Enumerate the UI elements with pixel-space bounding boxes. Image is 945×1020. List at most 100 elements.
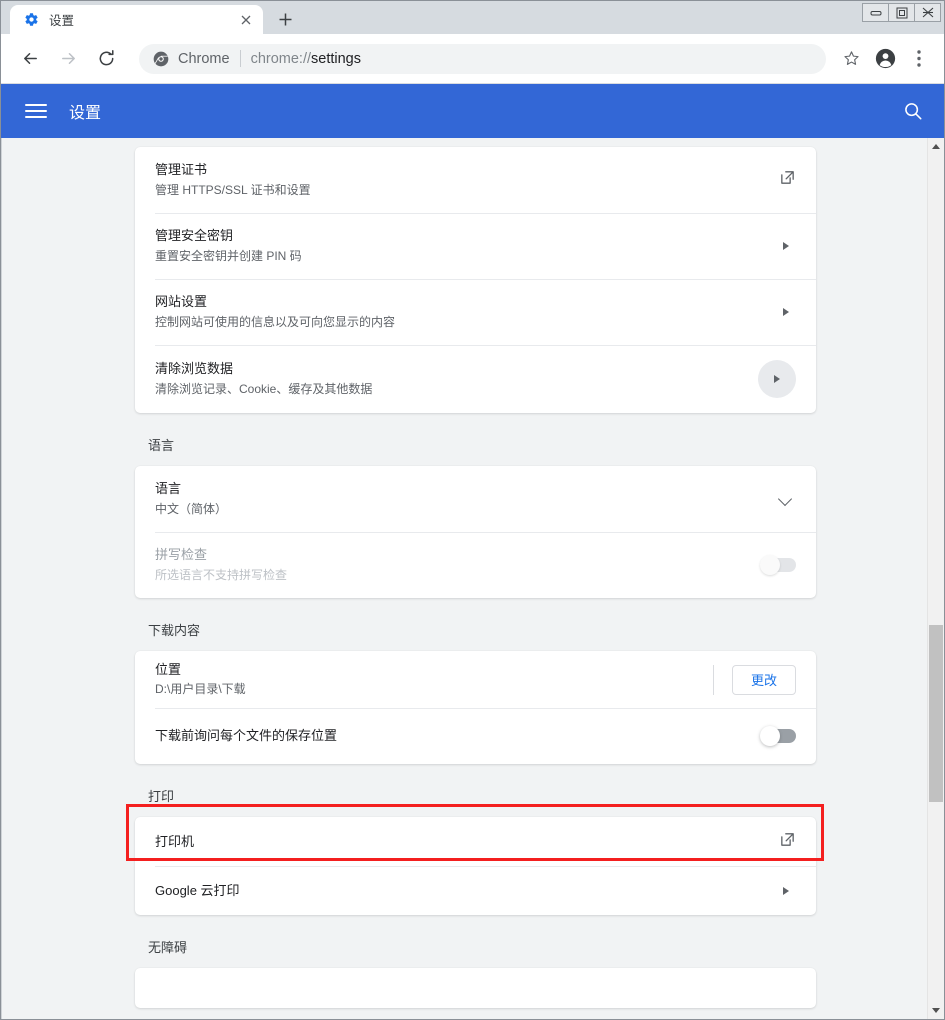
- tab-strip: 设置: [1, 1, 944, 34]
- row-text: Google 云打印: [155, 881, 776, 901]
- row-language[interactable]: 语言 中文（简体）: [135, 466, 816, 532]
- omnibox-separator: [239, 50, 241, 67]
- triangle-up-icon: [932, 144, 940, 149]
- chevron-right-glyph: [767, 369, 787, 389]
- row-text: 管理安全密钥 重置安全密钥并创建 PIN 码: [155, 226, 776, 266]
- external-link-icon[interactable]: [779, 831, 796, 853]
- row-text: 拼写检查 所选语言不支持拼写检查: [155, 545, 762, 585]
- section-heading-languages: 语言: [148, 438, 175, 453]
- gear-icon: [24, 12, 39, 27]
- row-clear-browsing-data[interactable]: 清除浏览数据 清除浏览记录、Cookie、缓存及其他数据: [135, 345, 816, 413]
- close-icon[interactable]: [237, 11, 254, 28]
- chevron-right-icon[interactable]: [776, 302, 796, 322]
- row-action: 更改: [713, 664, 796, 695]
- row-action: [776, 489, 796, 509]
- row-action: [758, 360, 796, 398]
- row-manage-security-keys[interactable]: 管理安全密钥 重置安全密钥并创建 PIN 码: [135, 213, 816, 279]
- triangle-down-icon: [932, 1008, 940, 1013]
- spell-check-toggle: [760, 555, 796, 575]
- row-title: 位置: [155, 661, 182, 677]
- row-title: 拼写检查: [155, 547, 208, 563]
- card-privacy: 管理证书 管理 HTTPS/SSL 证书和设置 管理安全密钥 重置安全密钥并创建…: [135, 147, 816, 413]
- row-action: [779, 831, 796, 853]
- row-manage-certificates[interactable]: 管理证书 管理 HTTPS/SSL 证书和设置: [135, 147, 816, 213]
- divider: [713, 664, 714, 695]
- new-tab-button[interactable]: [271, 5, 299, 33]
- scroll-up-button[interactable]: [928, 138, 944, 155]
- omnibox-site-label: Chrome: [178, 50, 230, 67]
- chevron-right-icon[interactable]: [776, 236, 796, 256]
- minimize-button[interactable]: [862, 3, 889, 22]
- card-printing: 打印机 Google 云打印: [135, 817, 816, 915]
- chrome-icon: [153, 51, 169, 67]
- row-google-cloud-print[interactable]: Google 云打印: [135, 866, 816, 915]
- chevron-down-icon[interactable]: [776, 489, 796, 509]
- forward-arrow-icon: [53, 44, 83, 74]
- scroll-down-button[interactable]: [928, 1002, 944, 1019]
- row-text: 位置 D:\用户目录\下载: [155, 660, 713, 700]
- scrollbar-thumb[interactable]: [929, 625, 943, 802]
- row-title: 清除浏览数据: [155, 361, 234, 377]
- row-subtitle: 所选语言不支持拼写检查: [155, 567, 288, 582]
- url-path: settings: [311, 50, 361, 67]
- row-subtitle: D:\用户目录\下载: [155, 682, 246, 697]
- row-action: [760, 726, 796, 746]
- row-action: [776, 236, 796, 256]
- toggle-knob: [760, 555, 780, 575]
- section-heading-downloads: 下载内容: [148, 623, 201, 638]
- browser-tab-settings[interactable]: 设置: [10, 5, 263, 34]
- section-heading-accessibility: 无障碍: [148, 940, 188, 955]
- row-text: 清除浏览数据 清除浏览记录、Cookie、缓存及其他数据: [155, 359, 758, 399]
- row-subtitle: 中文（简体）: [155, 501, 228, 516]
- row-title: 网站设置: [155, 294, 208, 310]
- row-printers[interactable]: 打印机: [135, 817, 816, 866]
- row-action: [779, 169, 796, 191]
- close-button[interactable]: [914, 3, 941, 22]
- tab-title: 设置: [49, 14, 75, 28]
- row-text: 下载前询问每个文件的保存位置: [155, 726, 762, 746]
- settings-column: 管理证书 管理 HTTPS/SSL 证书和设置 管理安全密钥 重置安全密钥并创建…: [135, 147, 816, 1008]
- omnibox-url: chrome://settings: [251, 51, 361, 67]
- row-site-settings[interactable]: 网站设置 控制网站可使用的信息以及可向您显示的内容: [135, 279, 816, 345]
- settings-content-area: 管理证书 管理 HTTPS/SSL 证书和设置 管理安全密钥 重置安全密钥并创建…: [1, 138, 944, 1019]
- reload-icon[interactable]: [91, 44, 121, 74]
- row-title: Google 云打印: [155, 882, 240, 898]
- settings-scroll-region: 管理证书 管理 HTTPS/SSL 证书和设置 管理安全密钥 重置安全密钥并创建…: [2, 138, 927, 1019]
- row-action: [776, 881, 796, 901]
- hamburger-menu-icon[interactable]: [25, 100, 47, 122]
- row-text: 打印机: [155, 832, 779, 852]
- section-heading-printing: 打印: [148, 789, 175, 804]
- search-icon[interactable]: [900, 98, 926, 124]
- ask-where-to-save-toggle[interactable]: [760, 726, 796, 746]
- row-action: [776, 302, 796, 322]
- chevron-right-icon[interactable]: [758, 360, 796, 398]
- external-link-icon[interactable]: [779, 169, 796, 191]
- toggle-knob: [760, 726, 780, 746]
- row-text: 管理证书 管理 HTTPS/SSL 证书和设置: [155, 160, 779, 200]
- row-text: 网站设置 控制网站可使用的信息以及可向您显示的内容: [155, 292, 776, 332]
- row-spell-check: 拼写检查 所选语言不支持拼写检查: [135, 532, 816, 598]
- row-title: 管理证书: [155, 162, 208, 178]
- chevron-right-icon[interactable]: [776, 881, 796, 901]
- row-title: 管理安全密钥: [155, 228, 234, 244]
- address-bar[interactable]: Chrome chrome://settings: [139, 43, 826, 74]
- row-ask-where-to-save[interactable]: 下载前询问每个文件的保存位置: [135, 708, 816, 764]
- row-subtitle: 重置安全密钥并创建 PIN 码: [155, 248, 302, 263]
- row-title: 语言: [155, 481, 182, 497]
- change-download-location-button[interactable]: 更改: [732, 664, 796, 695]
- back-arrow-icon[interactable]: [15, 44, 45, 74]
- card-accessibility: [135, 968, 816, 1008]
- row-subtitle: 管理 HTTPS/SSL 证书和设置: [155, 182, 311, 197]
- account-avatar-icon[interactable]: [870, 44, 900, 74]
- browser-window: 设置 Chrome chrome://settings 设置 管理证书 管理 H…: [0, 0, 945, 1020]
- settings-header: 设置: [1, 84, 944, 138]
- maximize-button[interactable]: [888, 3, 915, 22]
- three-dot-menu-icon[interactable]: [904, 44, 934, 74]
- row-title: 打印机: [155, 833, 195, 849]
- vertical-scrollbar[interactable]: [927, 138, 944, 1019]
- card-downloads: 位置 D:\用户目录\下载 更改 下载前询问每个文件的保存位置: [135, 651, 816, 764]
- star-icon[interactable]: [836, 44, 866, 74]
- row-download-location[interactable]: 位置 D:\用户目录\下载 更改: [135, 651, 816, 708]
- row-text: 语言 中文（简体）: [155, 479, 776, 519]
- card-languages: 语言 中文（简体） 拼写检查 所选语言不支持拼写检查: [135, 466, 816, 598]
